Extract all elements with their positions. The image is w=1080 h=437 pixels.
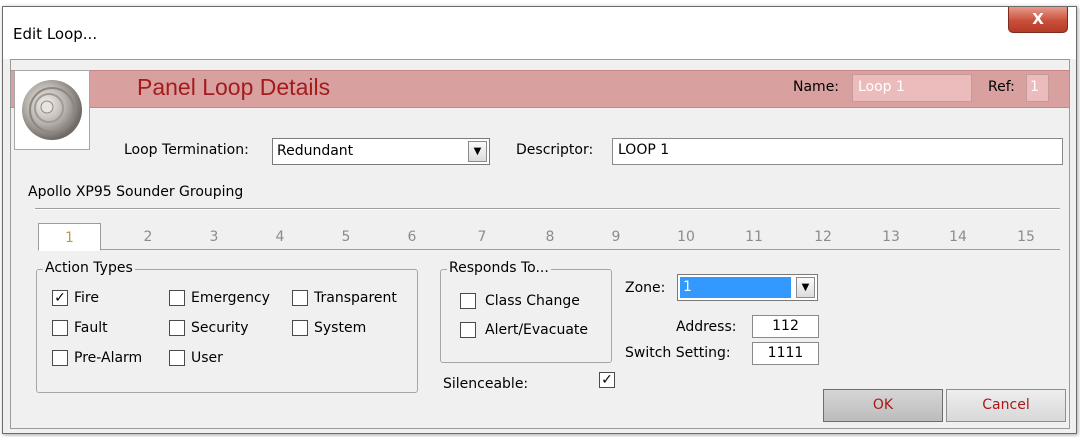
tab-3[interactable]: 3 <box>184 223 244 250</box>
system-checkbox[interactable] <box>292 320 308 336</box>
address-field: 112 <box>752 315 819 338</box>
zone-select[interactable]: 1 ▼ <box>677 274 818 301</box>
tab-12[interactable]: 12 <box>793 223 853 250</box>
pre-alarm-checkbox[interactable] <box>52 350 68 366</box>
loop-termination-select[interactable]: Redundant ▼ <box>272 138 490 165</box>
separator <box>35 208 1060 210</box>
transparent-checkbox[interactable] <box>292 290 308 306</box>
responds-to-group: Responds To... Class Change Alert/Evacua… <box>440 260 612 363</box>
chevron-down-icon[interactable]: ▼ <box>468 141 487 162</box>
tab-9[interactable]: 9 <box>586 223 646 250</box>
switch-setting-label: Switch Setting: <box>625 345 731 361</box>
close-icon: X <box>1032 10 1044 28</box>
tab-11[interactable]: 11 <box>724 223 784 250</box>
tab-strip: 1 2 3 4 5 6 7 8 9 10 11 12 13 14 15 <box>38 223 1060 251</box>
security-checkbox[interactable] <box>169 320 185 336</box>
window-title: Edit Loop... <box>13 25 98 43</box>
fire-label: Fire <box>74 290 99 306</box>
chevron-down-icon[interactable]: ▼ <box>796 277 815 298</box>
tab-8[interactable]: 8 <box>520 223 580 250</box>
edit-loop-dialog: Edit Loop... X Panel Loop Details Name: … <box>2 6 1077 434</box>
action-types-group: Action Types ✓ Fire Emergency Transparen… <box>36 260 418 393</box>
emergency-checkbox[interactable] <box>169 290 185 306</box>
tab-6[interactable]: 6 <box>382 223 442 250</box>
tab-1[interactable]: 1 <box>38 223 101 251</box>
tab-2[interactable]: 2 <box>118 223 178 250</box>
ok-button[interactable]: OK <box>823 389 943 422</box>
zone-value: 1 <box>680 277 791 298</box>
grouping-label: Apollo XP95 Sounder Grouping <box>28 184 244 200</box>
pre-alarm-label: Pre-Alarm <box>74 350 143 366</box>
loop-termination-label: Loop Termination: <box>124 142 249 158</box>
dialog-body: Panel Loop Details Name: Loop 1 Ref: 1 L… <box>10 59 1070 429</box>
loop-termination-value: Redundant <box>277 143 354 159</box>
transparent-label: Transparent <box>314 290 397 306</box>
emergency-label: Emergency <box>191 290 270 306</box>
zone-label: Zone: <box>625 280 666 296</box>
descriptor-field[interactable]: LOOP 1 <box>612 138 1063 165</box>
user-checkbox[interactable] <box>169 350 185 366</box>
class-change-label: Class Change <box>485 293 580 309</box>
close-button[interactable]: X <box>1008 7 1068 33</box>
silenceable-label: Silenceable: <box>443 376 529 392</box>
switch-setting-field: 1111 <box>752 342 819 365</box>
fault-checkbox[interactable] <box>52 320 68 336</box>
loop-logo-icon <box>14 70 90 150</box>
tab-7[interactable]: 7 <box>452 223 512 250</box>
action-types-title: Action Types <box>43 260 135 276</box>
alert-evacuate-checkbox[interactable] <box>460 322 476 338</box>
cancel-button[interactable]: Cancel <box>946 389 1066 422</box>
class-change-checkbox[interactable] <box>460 293 476 309</box>
tab-10[interactable]: 10 <box>656 223 716 250</box>
name-field[interactable]: Loop 1 <box>852 74 972 102</box>
fire-checkbox[interactable]: ✓ <box>52 290 68 306</box>
alert-evacuate-label: Alert/Evacuate <box>485 322 589 338</box>
silenceable-checkbox[interactable]: ✓ <box>599 372 615 388</box>
descriptor-label: Descriptor: <box>516 142 594 158</box>
tab-14[interactable]: 14 <box>928 223 988 250</box>
name-label: Name: <box>793 79 840 95</box>
fault-label: Fault <box>74 320 108 336</box>
tab-15[interactable]: 15 <box>996 223 1056 250</box>
header-band: Panel Loop Details Name: Loop 1 Ref: 1 <box>11 70 1069 108</box>
responds-to-title: Responds To... <box>447 260 551 276</box>
title-bar: Edit Loop... X <box>3 7 1076 59</box>
ref-label: Ref: <box>988 79 1015 95</box>
security-label: Security <box>191 320 249 336</box>
panel-loop-details-title: Panel Loop Details <box>137 74 331 100</box>
tab-13[interactable]: 13 <box>861 223 921 250</box>
ref-field[interactable]: 1 <box>1026 74 1049 102</box>
user-label: User <box>191 350 223 366</box>
tab-5[interactable]: 5 <box>316 223 376 250</box>
tab-4[interactable]: 4 <box>250 223 310 250</box>
address-label: Address: <box>676 319 737 335</box>
system-label: System <box>314 320 367 336</box>
